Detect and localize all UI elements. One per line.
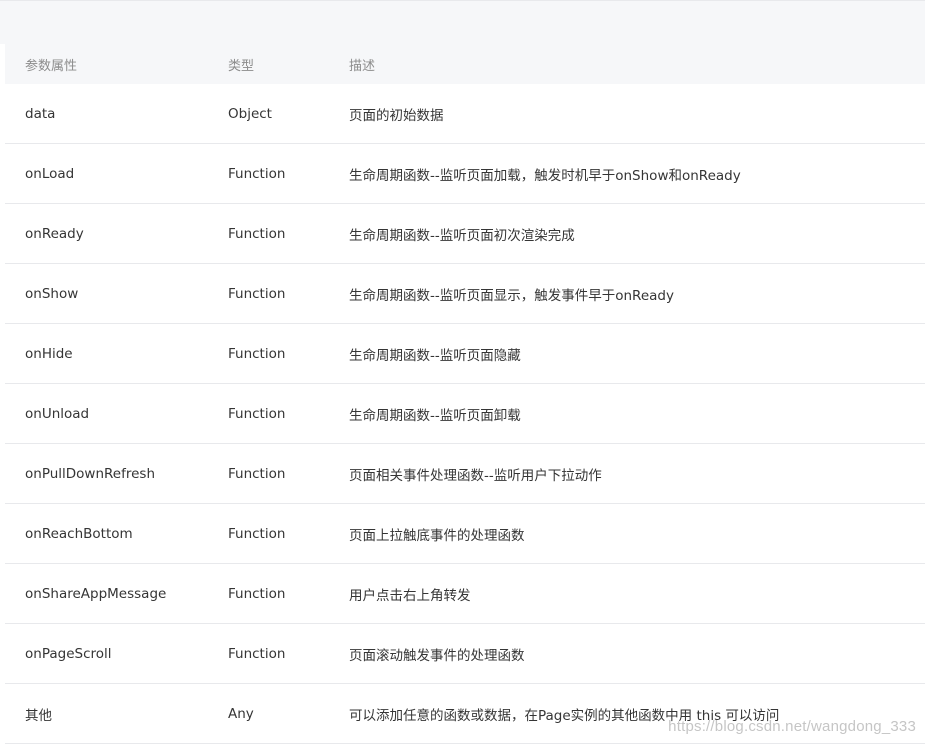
top-strip [0,0,925,44]
table-row: onShareAppMessage Function 用户点击右上角转发 [5,564,925,624]
param-name: onLoad [25,165,75,182]
param-type: Function [228,225,286,242]
param-type: Function [228,165,286,182]
param-type: Function [228,585,286,602]
table-row: onUnload Function 生命周期函数--监听页面卸载 [5,384,925,444]
table-row: data Object 页面的初始数据 [5,84,925,144]
watermark-url: https://blog.csdn.net/wangdong_333 [668,718,916,735]
page-params-table: 参数属性 类型 描述 data Object 页面的初始数据 onLoad Fu… [5,44,925,744]
header-description: 描述 [349,58,376,74]
param-name: onPullDownRefresh [25,465,156,482]
param-name: onReady [25,225,84,242]
param-type: Function [228,285,286,302]
param-type: Function [228,465,286,482]
param-name: data [25,105,56,122]
param-name: onPageScroll [25,645,112,662]
param-type: Function [228,645,286,662]
param-description: 用户点击右上角转发 [349,587,471,604]
table-row: onShow Function 生命周期函数--监听页面显示，触发事件早于onR… [5,264,925,324]
table-row: onPageScroll Function 页面滚动触发事件的处理函数 [5,624,925,684]
param-type: Any [228,705,254,722]
table-row: onReady Function 生命周期函数--监听页面初次渲染完成 [5,204,925,264]
param-type: Object [228,105,272,122]
param-name: onUnload [25,405,90,422]
param-description: 生命周期函数--监听页面卸载 [349,407,521,424]
param-description: 生命周期函数--监听页面初次渲染完成 [349,227,575,244]
table-header-row: 参数属性 类型 描述 [5,44,925,84]
table-row: 其他 Any 可以添加任意的函数或数据，在Page实例的其他函数中用 this … [5,684,925,744]
param-name: 其他 [25,707,52,724]
table-row: onHide Function 生命周期函数--监听页面隐藏 [5,324,925,384]
param-name: onShow [25,285,79,302]
table-row: onReachBottom Function 页面上拉触底事件的处理函数 [5,504,925,564]
table-row: onLoad Function 生命周期函数--监听页面加载，触发时机早于onS… [5,144,925,204]
param-type: Function [228,525,286,542]
header-param-attribute: 参数属性 [25,58,78,74]
table-row: onPullDownRefresh Function 页面相关事件处理函数--监… [5,444,925,504]
param-name: onReachBottom [25,525,133,542]
param-description: 页面上拉触底事件的处理函数 [349,527,525,544]
param-type: Function [228,405,286,422]
param-description: 生命周期函数--监听页面隐藏 [349,347,521,364]
param-name: onShareAppMessage [25,585,167,602]
param-name: onHide [25,345,73,362]
param-description: 生命周期函数--监听页面显示，触发事件早于onReady [349,287,674,304]
param-description: 生命周期函数--监听页面加载，触发时机早于onShow和onReady [349,167,741,184]
param-description: 页面的初始数据 [349,107,444,124]
header-type: 类型 [228,58,255,74]
param-description: 页面相关事件处理函数--监听用户下拉动作 [349,467,602,484]
param-type: Function [228,345,286,362]
param-description: 页面滚动触发事件的处理函数 [349,647,525,664]
